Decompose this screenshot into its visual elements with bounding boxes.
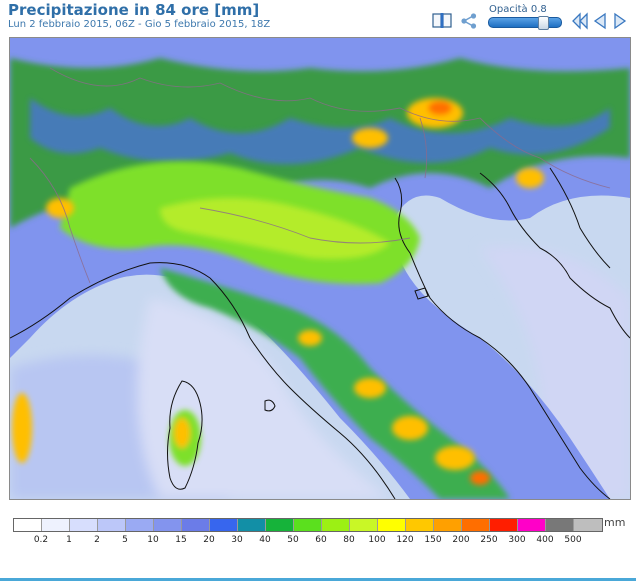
prev-frame-icon[interactable] <box>593 12 607 30</box>
legend-tick-label: 40 <box>259 535 271 545</box>
legend-tick-label: 80 <box>343 535 355 545</box>
legend: 0.2 1 2 5 10 15 20 30 40 50 60 80 100 120 150 200 250 300… <box>13 518 603 546</box>
legend-ticks: 0.2 1 2 5 10 15 20 30 40 50 60 80 100 120 150 200 250 300… <box>13 532 603 546</box>
legend-tick-label: 250 <box>480 535 498 545</box>
legend-swatch <box>182 519 210 531</box>
bottom-rule <box>0 578 636 581</box>
legend-tick-label: 30 <box>231 535 243 545</box>
legend-tick-label: 200 <box>452 535 470 545</box>
legend-unit: mm <box>604 516 626 529</box>
legend-swatch <box>210 519 238 531</box>
legend-tick-label: 100 <box>368 535 386 545</box>
legend-swatch <box>518 519 546 531</box>
legend-swatch <box>294 519 322 531</box>
legend-swatch <box>462 519 490 531</box>
legend-swatch <box>42 519 70 531</box>
next-frame-icon[interactable] <box>613 12 627 30</box>
legend-swatch <box>98 519 126 531</box>
legend-tick-label: 15 <box>175 535 187 545</box>
legend-tick-label: 20 <box>203 535 215 545</box>
toolbar: Opacità 0.8 <box>430 4 636 36</box>
legend-swatch <box>126 519 154 531</box>
legend-tick-label: 150 <box>424 535 442 545</box>
legend-swatch <box>266 519 294 531</box>
legend-swatch <box>574 519 602 531</box>
share-icon[interactable] <box>460 12 478 30</box>
period-subtitle: Lun 2 febbraio 2015, 06Z - Gio 5 febbrai… <box>8 19 271 30</box>
opacity-label: Opacità 0.8 <box>489 4 547 15</box>
legend-tick-label: 300 <box>508 535 526 545</box>
map-title: Precipitazione in 84 ore [mm] <box>8 1 260 19</box>
legend-swatch <box>14 519 42 531</box>
legend-tick-label: 5 <box>122 535 128 545</box>
legend-swatch <box>490 519 518 531</box>
opacity-slider[interactable] <box>488 16 562 30</box>
opacity-slider-thumb[interactable] <box>538 16 549 30</box>
legend-tick-label: 10 <box>147 535 159 545</box>
legend-swatch <box>546 519 574 531</box>
first-frame-icon[interactable] <box>572 12 588 30</box>
legend-swatch <box>406 519 434 531</box>
legend-tick-label: 120 <box>396 535 414 545</box>
legend-swatch <box>350 519 378 531</box>
legend-tick-label: 500 <box>564 535 582 545</box>
legend-swatch <box>322 519 350 531</box>
legend-tick-label: 0.2 <box>33 535 49 545</box>
legend-tick-label: 400 <box>536 535 554 545</box>
legend-swatch <box>70 519 98 531</box>
legend-tick-label: 1 <box>66 535 72 545</box>
legend-color-bar <box>13 518 603 532</box>
legend-swatch <box>378 519 406 531</box>
legend-tick-label: 2 <box>94 535 100 545</box>
legend-tick-label: 60 <box>315 535 327 545</box>
legend-swatch <box>434 519 462 531</box>
legend-swatch <box>154 519 182 531</box>
precipitation-map[interactable] <box>9 37 631 500</box>
legend-tick-label: 50 <box>287 535 299 545</box>
legend-swatch <box>238 519 266 531</box>
book-icon[interactable] <box>432 12 452 30</box>
